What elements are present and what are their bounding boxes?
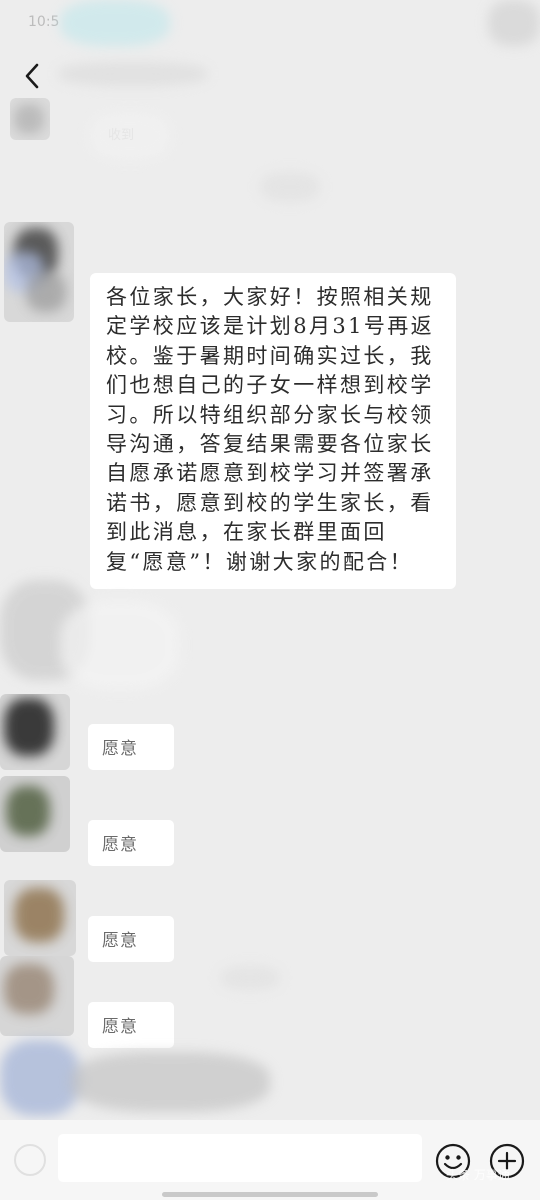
reply-message-text: 愿意 [102,1017,138,1037]
blurred-message [260,172,320,202]
avatar[interactable] [0,956,74,1036]
nav-bar [0,48,540,104]
avatar[interactable] [0,1040,80,1116]
avatar[interactable] [0,694,70,770]
avatar[interactable] [10,98,50,140]
status-right-smudge [488,0,540,46]
blurred-message [60,600,180,690]
status-time: 10:5 [28,14,60,30]
avatar[interactable] [4,222,74,322]
status-bar: 10:5 [0,0,540,48]
notice-message-text: 各位家长，大家好！按照相关规定学校应该是计划8月31号再返校。鉴于暑期时间确实过… [106,285,435,574]
message-input[interactable] [58,1134,422,1182]
reply-message-text: 愿意 [102,835,138,855]
notice-message-bubble[interactable]: 各位家长，大家好！按照相关规定学校应该是计划8月31号再返校。鉴于暑期时间确实过… [90,273,456,589]
watermark: 头条 万事通 [446,1168,510,1182]
input-bar [0,1120,540,1200]
reply-message-bubble[interactable]: 愿意 [88,820,174,866]
blurred-message [220,966,280,990]
avatar[interactable] [0,776,70,852]
home-indicator [162,1192,378,1197]
status-icons-smudge [60,0,170,46]
voice-icon[interactable] [14,1144,46,1176]
reply-message-bubble[interactable]: 愿意 [88,916,174,962]
blurred-message [70,1052,270,1112]
reply-message-text: 愿意 [102,739,138,759]
blurred-message [90,112,170,160]
chevron-left-icon[interactable] [18,60,46,92]
reply-message-bubble[interactable]: 愿意 [88,724,174,770]
reply-message-bubble[interactable]: 愿意 [88,1002,174,1048]
avatar[interactable] [4,880,76,956]
chat-title-smudge [58,62,208,86]
reply-message-text: 愿意 [102,931,138,951]
